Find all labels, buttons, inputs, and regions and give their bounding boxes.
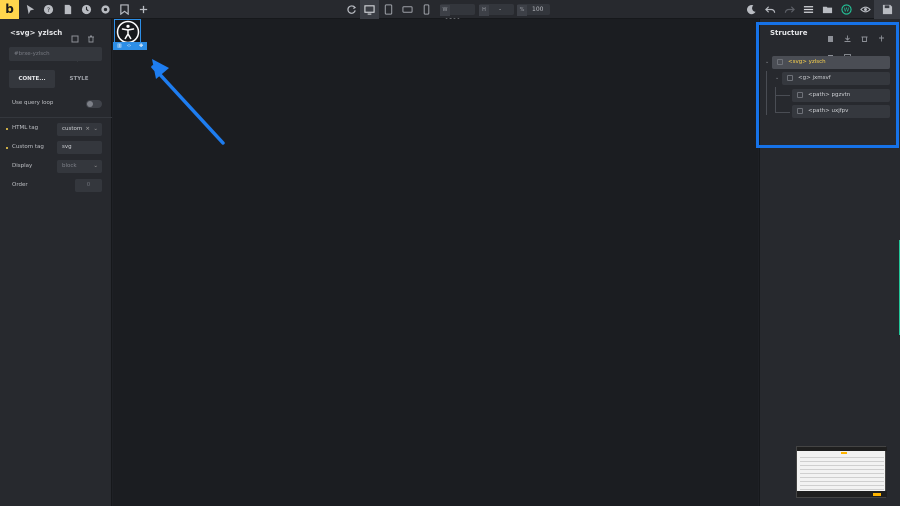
modified-dot bbox=[6, 147, 8, 149]
undo-icon[interactable] bbox=[765, 4, 776, 15]
builder-canvas[interactable]: ▥ ‹› ✥ bbox=[113, 19, 758, 506]
minimap-header bbox=[797, 447, 887, 451]
wordpress-icon[interactable]: W bbox=[841, 4, 852, 15]
landscape-breakpoint-button[interactable] bbox=[398, 0, 417, 19]
minimap-accent bbox=[873, 493, 881, 496]
save-button[interactable] bbox=[874, 0, 900, 19]
modified-dot bbox=[6, 128, 8, 130]
columns-icon[interactable]: ▥ bbox=[117, 42, 122, 50]
top-toolbar: b ? W1380 H- %100 bbox=[0, 0, 900, 25]
display-select[interactable]: block ⌄ bbox=[57, 160, 102, 173]
redo-icon[interactable] bbox=[784, 4, 795, 15]
html-tag-label: HTML tag bbox=[12, 125, 39, 131]
display-label: Display bbox=[12, 163, 33, 169]
pointer-icon[interactable] bbox=[25, 4, 36, 15]
order-input[interactable]: 0 bbox=[75, 179, 102, 192]
selected-svg-element[interactable] bbox=[114, 19, 141, 44]
tablet-breakpoint-button[interactable] bbox=[379, 0, 398, 19]
custom-tag-label: Custom tag bbox=[12, 144, 44, 150]
history-icon[interactable] bbox=[81, 4, 92, 15]
annotation-highlight-box bbox=[756, 22, 899, 148]
code-icon[interactable]: ‹› bbox=[127, 42, 131, 50]
canvas-zoom-input[interactable]: % 100 bbox=[517, 4, 550, 16]
chevron-down-icon: ⌄ bbox=[93, 163, 98, 169]
order-label: Order bbox=[12, 182, 28, 188]
canvas-height-input[interactable]: H- bbox=[479, 4, 514, 16]
preview-eye-icon[interactable] bbox=[860, 4, 871, 15]
help-icon[interactable]: ? bbox=[43, 4, 54, 15]
save-template-icon[interactable] bbox=[71, 35, 80, 44]
tab-style[interactable]: STYLE bbox=[56, 70, 102, 88]
tab-content[interactable]: CONTE... bbox=[9, 70, 55, 88]
pages-icon[interactable] bbox=[62, 4, 73, 15]
divider bbox=[0, 117, 112, 118]
custom-tag-input[interactable]: svg bbox=[57, 141, 102, 154]
structure-list-icon[interactable] bbox=[803, 4, 814, 15]
svg-text:W: W bbox=[844, 8, 850, 14]
dark-mode-moon-icon[interactable] bbox=[746, 4, 757, 15]
bricks-logo[interactable]: b bbox=[0, 0, 19, 19]
refresh-icon[interactable] bbox=[346, 4, 357, 15]
mobile-breakpoint-button[interactable] bbox=[417, 0, 436, 19]
folder-icon[interactable] bbox=[822, 4, 833, 15]
move-icon[interactable]: ✥ bbox=[139, 42, 143, 50]
display-value: block bbox=[62, 163, 77, 169]
settings-tabs: CONTE... STYLE bbox=[9, 70, 102, 88]
minimap-content bbox=[800, 454, 884, 490]
query-loop-label: Use query loop bbox=[12, 100, 54, 106]
save-icon bbox=[882, 4, 893, 15]
chevron-down-icon: ⌄ bbox=[93, 126, 98, 132]
html-tag-value: custom bbox=[62, 126, 83, 132]
element-settings-panel: <svg> yzlsch #brxe-yzlsch CONTE... STYLE… bbox=[0, 19, 112, 506]
accessibility-icon bbox=[116, 20, 140, 44]
add-element-icon[interactable] bbox=[138, 4, 149, 15]
css-id-input[interactable]: #brxe-yzlsch bbox=[9, 47, 102, 61]
desktop-breakpoint-button[interactable] bbox=[360, 0, 379, 19]
query-loop-toggle[interactable] bbox=[86, 100, 102, 108]
delete-icon[interactable] bbox=[87, 35, 96, 44]
page-minimap-thumbnail[interactable] bbox=[796, 446, 887, 498]
templates-icon[interactable] bbox=[119, 4, 130, 15]
element-title: <svg> yzlsch bbox=[10, 29, 63, 37]
toggle-knob bbox=[87, 101, 93, 107]
html-tag-select[interactable]: custom × ⌄ bbox=[57, 123, 102, 136]
settings-gear-icon[interactable] bbox=[100, 4, 111, 15]
element-quick-toolbar: ▥ ‹› ✥ bbox=[113, 42, 147, 50]
svg-text:?: ? bbox=[47, 6, 50, 14]
clear-icon[interactable]: × bbox=[85, 123, 90, 136]
canvas-width-input[interactable]: W1380 bbox=[440, 4, 475, 25]
annotation-arrow bbox=[151, 59, 225, 145]
